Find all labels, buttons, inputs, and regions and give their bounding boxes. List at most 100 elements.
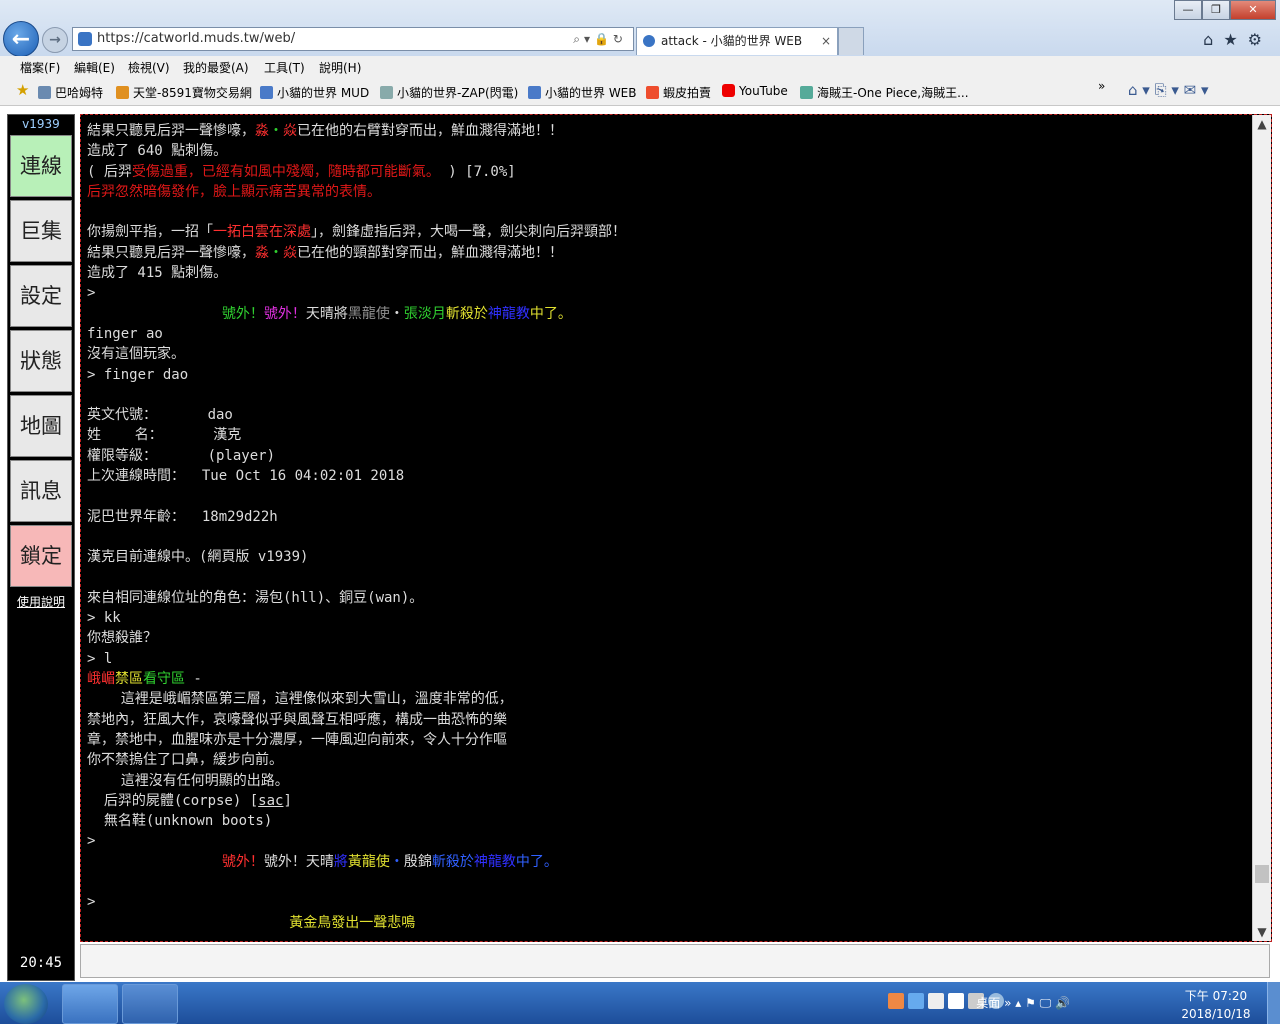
terminal-line: 后羿忽然暗傷發作，臉上顯示痛苦異常的表情。: [87, 182, 1247, 202]
terminal-line: 造成了 640 點刺傷。: [87, 141, 1247, 161]
terminal-output[interactable]: 結果只聽見后羿一聲慘嚎，淼・焱已在他的右臂對穿而出，鮮血濺得滿地！！ 造成了 64…: [80, 114, 1272, 942]
home-page-icon[interactable]: ⌂ ▾ ⎘ ▾ ✉ ▾: [1128, 81, 1209, 99]
taskbar-ie-icon[interactable]: [62, 984, 118, 1024]
scroll-down-icon[interactable]: ▼: [1253, 923, 1271, 941]
terminal-text: 將: [333, 853, 348, 870]
terminal-link[interactable]: sac: [258, 793, 283, 809]
youtube-icon: [722, 84, 735, 97]
terminal-text: 造成了 640 點刺傷。: [87, 143, 228, 160]
terminal-text: ( 后羿: [87, 163, 132, 180]
menu-tools[interactable]: 工具(T): [264, 59, 305, 76]
menu-help[interactable]: 說明(H): [319, 59, 361, 76]
new-tab-button[interactable]: [838, 27, 864, 55]
terminal-text: 造成了 415 點刺傷。: [87, 265, 228, 282]
desktop-toolbar[interactable]: 桌面 » ▴ ⚑ 🖵 🔊: [976, 994, 1070, 1011]
home-icon[interactable]: ⌂: [1203, 30, 1223, 49]
terminal-line: 泥巴世界年齡： 18m29d22h: [87, 507, 1247, 527]
star-icon[interactable]: ★: [1223, 30, 1247, 49]
show-desktop-button[interactable]: [1267, 982, 1280, 1024]
lock-button[interactable]: 鎖定: [10, 525, 72, 587]
menu-file[interactable]: 檔案(F): [20, 59, 60, 76]
macro-button[interactable]: 巨集: [10, 200, 72, 262]
fav-item-8591[interactable]: 天堂-8591寶物交易網: [116, 84, 252, 101]
terminal-text: > finger dao: [87, 366, 189, 383]
terminal-line: >: [87, 831, 1247, 851]
terminal-scrollbar[interactable]: ▲ ▼: [1252, 115, 1271, 941]
forward-button[interactable]: →: [42, 27, 68, 53]
favorites-star-icon[interactable]: ★: [16, 81, 29, 99]
minimize-button[interactable]: —: [1174, 0, 1202, 20]
terminal-line: 無名鞋(unknown boots): [87, 811, 1247, 831]
command-input[interactable]: [80, 944, 1270, 978]
zap-icon: [380, 86, 393, 99]
terminal-line: 號外！號外！天晴將黑龍使・張淡月斬殺於神龍教中了。: [87, 304, 1247, 324]
terminal-line: >: [87, 283, 1247, 303]
terminal-text: 權限等級： (player): [87, 447, 276, 464]
tab-close-icon[interactable]: ×: [821, 28, 831, 54]
scroll-up-icon[interactable]: ▲: [1253, 115, 1271, 133]
help-link[interactable]: 使用說明: [8, 593, 74, 610]
page-icon: [528, 86, 541, 99]
start-button[interactable]: [4, 984, 48, 1024]
menu-edit[interactable]: 編輯(E): [74, 59, 115, 76]
terminal-text: 中了。: [529, 305, 572, 322]
fav-item-catworld-zap[interactable]: 小貓的世界-ZAP(閃電): [380, 84, 518, 101]
terminal-text: > kk: [87, 610, 121, 627]
maximize-button[interactable]: ❐: [1202, 0, 1230, 20]
taskbar-explorer-icon[interactable]: [122, 984, 178, 1024]
terminal-text: >: [87, 833, 96, 850]
terminal-text: 淼: [255, 123, 269, 139]
sidebar: v1939 連線 巨集 設定 狀態 地圖 訊息 鎖定 使用說明 20:45: [7, 114, 75, 981]
bahamut-icon: [38, 86, 51, 99]
gear-icon[interactable]: ⚙: [1248, 30, 1272, 49]
tab-attack[interactable]: attack - 小貓的世界 WEB ×: [636, 27, 838, 55]
tray-ime-icon[interactable]: [948, 993, 964, 1009]
terminal-text: 你想殺誰？: [87, 630, 157, 647]
tray-app-icon[interactable]: [888, 993, 904, 1009]
tray-clock[interactable]: 下午 07:20 2018/10/18: [1176, 987, 1256, 1021]
terminal-text: 天晴將: [305, 305, 348, 322]
url-text[interactable]: https://catworld.muds.tw/web/: [97, 28, 295, 50]
version-label: v1939: [22, 117, 60, 131]
terminal-line: 結果只聽見后羿一聲慘嚎，淼・焱已在他的右臂對穿而出，鮮血濺得滿地！！: [87, 121, 1247, 141]
favorites-more-icon[interactable]: »: [1098, 79, 1105, 93]
terminal-text: ・: [269, 123, 283, 139]
terminal-text: 淼: [255, 244, 269, 261]
map-button[interactable]: 地圖: [10, 395, 72, 457]
fav-item-shopee[interactable]: 蝦皮拍賣: [646, 84, 711, 101]
terminal-text: 已在他的右臂對穿而出，鮮血濺得滿地！！: [297, 123, 563, 139]
menu-view[interactable]: 檢視(V): [128, 59, 170, 76]
terminal-line: > l: [87, 649, 1247, 669]
menu-favorites[interactable]: 我的最愛(A): [183, 59, 249, 76]
fav-item-catworld-web[interactable]: 小貓的世界 WEB: [528, 84, 637, 101]
messages-button[interactable]: 訊息: [10, 460, 72, 522]
terminal-text: 黑龍使: [347, 305, 390, 322]
clock: 20:45: [19, 955, 63, 971]
terminal-line: 章，禁地中，血腥味亦是十分濃厚，一陣風迎向前來，令人十分作嘔: [87, 730, 1247, 750]
fav-item-onepiece[interactable]: 海賊王-One Piece,海賊王...: [800, 84, 969, 101]
terminal-text: 殷錦: [403, 853, 432, 870]
menu-bar: 檔案(F) 編輯(E) 檢視(V) 我的最愛(A) 工具(T) 說明(H): [0, 56, 1280, 79]
terminal-line: 來自相同連線位址的角色：湯包(hll)、銅豆(wan)。: [87, 588, 1247, 608]
scroll-thumb[interactable]: [1255, 865, 1269, 883]
back-button[interactable]: ←: [3, 21, 39, 57]
terminal-line: 這裡是峨嵋禁區第三層，這裡像似來到大雪山，溫度非常的低，: [87, 689, 1247, 709]
address-tools-icon[interactable]: ⌕▾🔒↻: [573, 28, 627, 50]
settings-button[interactable]: 設定: [10, 265, 72, 327]
tray-ime-icon[interactable]: [928, 993, 944, 1009]
terminal-text: 你揚劍平指，一招「: [87, 224, 213, 241]
fav-item-youtube[interactable]: YouTube: [722, 84, 788, 98]
terminal-text: 后羿的屍體(corpse) [: [87, 792, 259, 809]
status-button[interactable]: 狀態: [10, 330, 72, 392]
terminal-text: 號外！: [263, 853, 306, 870]
address-bar[interactable]: https://catworld.muds.tw/web/ ⌕▾🔒↻: [72, 27, 634, 51]
fav-item-bahamut[interactable]: 巴哈姆特: [38, 84, 103, 101]
connect-button[interactable]: 連線: [10, 135, 72, 197]
fav-item-catworld-mud[interactable]: 小貓的世界 MUD: [260, 84, 369, 101]
terminal-text: 看守區: [143, 671, 185, 688]
close-window-button[interactable]: ✕: [1230, 0, 1276, 20]
tray-app-icon[interactable]: [908, 993, 924, 1009]
terminal-line: 后羿的屍體(corpse) [sac]: [87, 791, 1247, 811]
